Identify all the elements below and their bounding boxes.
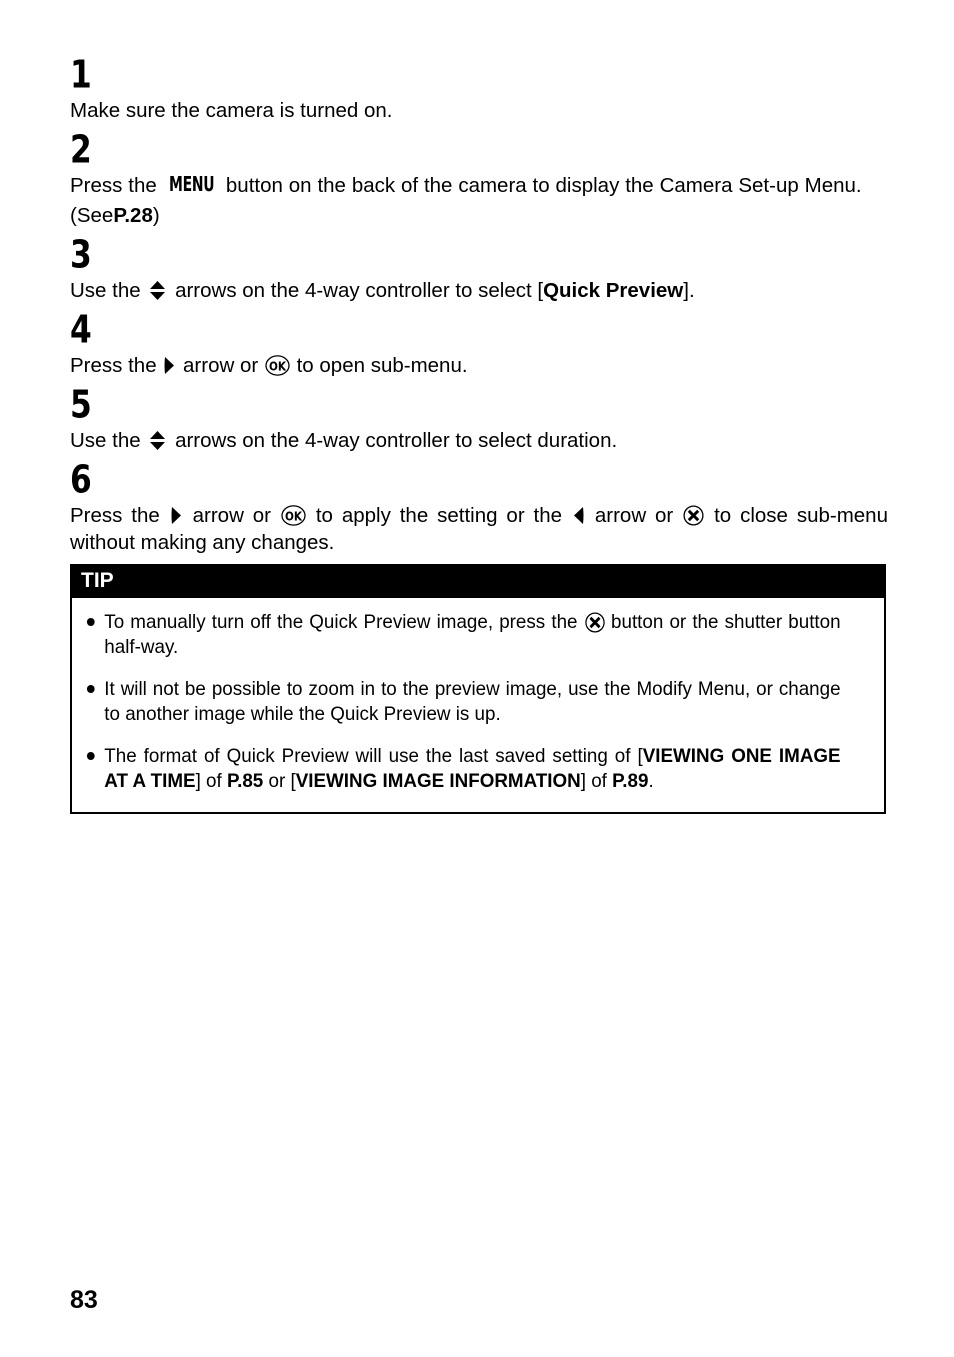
bullet-icon (86, 752, 95, 760)
steps-container: 1 Make sure the camera is turned on. 2 P… (70, 52, 888, 556)
step-4-part-a: Press the (70, 354, 157, 377)
step-1-sentence: Make sure the camera is turned on. (70, 99, 393, 122)
step-3-part-b: arrows on the 4-way controller to select… (175, 279, 544, 302)
tip-3-part-c: or [ (263, 770, 296, 792)
bullet-icon (86, 685, 95, 693)
tip-3-page-1: P.85 (226, 770, 264, 792)
manual-page: 1 Make sure the camera is turned on. 2 P… (0, 0, 954, 1357)
step-4-text: Press the arrow or OK to open sub-menu. (70, 352, 888, 379)
step-2-text: Press the MENU button on the back of the… (70, 172, 888, 229)
step-6-part-c: to apply the setting or the (315, 504, 563, 527)
step-number-5: 5 (70, 382, 92, 428)
right-arrow-icon (171, 506, 182, 525)
ok-button-icon: OK (281, 505, 306, 526)
step-2-close-paren: ) (152, 204, 160, 227)
step-6-part-d: arrow or (594, 504, 674, 527)
ok-button-icon: OK (265, 355, 290, 376)
page-number: 83 (70, 1286, 98, 1314)
step-1-text: Make sure the camera is turned on. (70, 97, 888, 124)
tip-3-part-b: ] of (195, 770, 227, 792)
step-number-3: 3 (70, 232, 92, 278)
step-2-page-ref: P.28 (113, 204, 153, 227)
step-5-part-b: arrows on the 4-way controller to select… (175, 429, 618, 452)
cancel-button-icon (683, 505, 704, 526)
menu-button-icon: MENU (168, 172, 215, 198)
step-6-part-b: arrow or (192, 504, 272, 527)
step-2-part-a: Press the (70, 174, 157, 197)
step-number-2: 2 (70, 127, 92, 173)
step-6-part-a: Press the (70, 504, 160, 527)
tip-3-part-e: . (648, 770, 654, 792)
step-3-bold-setting: Quick Preview (543, 279, 684, 302)
step-2: 2 Press the MENU button on the back of t… (70, 127, 888, 229)
up-down-arrow-icon (149, 280, 166, 301)
step-3-text: Use the arrows on the 4-way controller t… (70, 277, 888, 304)
step-3: 3 Use the arrows on the 4-way controller… (70, 232, 888, 304)
step-number-1: 1 (70, 52, 92, 98)
tip-list-item: To manually turn off the Quick Preview i… (85, 610, 841, 660)
step-5-part-a: Use the (70, 429, 141, 452)
step-2-see: (See (70, 204, 114, 227)
tip-box: TIP To manually turn off the Quick Previ… (70, 564, 886, 814)
step-6: 6 Press the arrow or OK to apply the set… (70, 457, 888, 556)
bullet-icon (86, 618, 95, 626)
tip-3-page-2: P.89 (612, 770, 649, 792)
step-5-text: Use the arrows on the 4-way controller t… (70, 427, 888, 454)
step-2-part-b: button on the back of the camera to disp… (225, 174, 862, 197)
tip-3-ref-2: VIEWING IMAGE INFORMATION (295, 770, 581, 792)
step-number-4: 4 (70, 307, 92, 353)
step-6-text: Press the arrow or OK to apply the setti… (70, 502, 888, 556)
tip-list-item: It will not be possible to zoom in to th… (85, 677, 841, 727)
tip-3-part-d: ] of (580, 770, 613, 792)
svg-text:OK: OK (285, 509, 303, 524)
step-3-part-a: Use the (70, 279, 141, 302)
right-arrow-icon (164, 356, 175, 375)
tip-3-part-a: The format of Quick Preview will use the… (104, 745, 643, 767)
up-down-arrow-icon (149, 430, 166, 451)
step-4: 4 Press the arrow or OK to open sub-menu… (70, 307, 888, 379)
tip-body: To manually turn off the Quick Preview i… (72, 598, 884, 812)
tip-1-part-a: To manually turn off the Quick Preview i… (104, 611, 578, 633)
tip-header: TIP (70, 564, 886, 598)
step-4-part-c: to open sub-menu. (296, 354, 468, 377)
tip-list-item: The format of Quick Preview will use the… (85, 744, 841, 794)
step-5: 5 Use the arrows on the 4-way controller… (70, 382, 888, 454)
cancel-button-icon (585, 612, 605, 633)
step-4-part-b: arrow or (183, 354, 259, 377)
left-arrow-icon (573, 506, 584, 525)
svg-text:OK: OK (269, 359, 287, 374)
step-1: 1 Make sure the camera is turned on. (70, 52, 888, 124)
step-3-part-c: ]. (683, 279, 695, 302)
step-number-6: 6 (70, 457, 92, 503)
tip-2-text: It will not be possible to zoom in to th… (104, 678, 841, 725)
